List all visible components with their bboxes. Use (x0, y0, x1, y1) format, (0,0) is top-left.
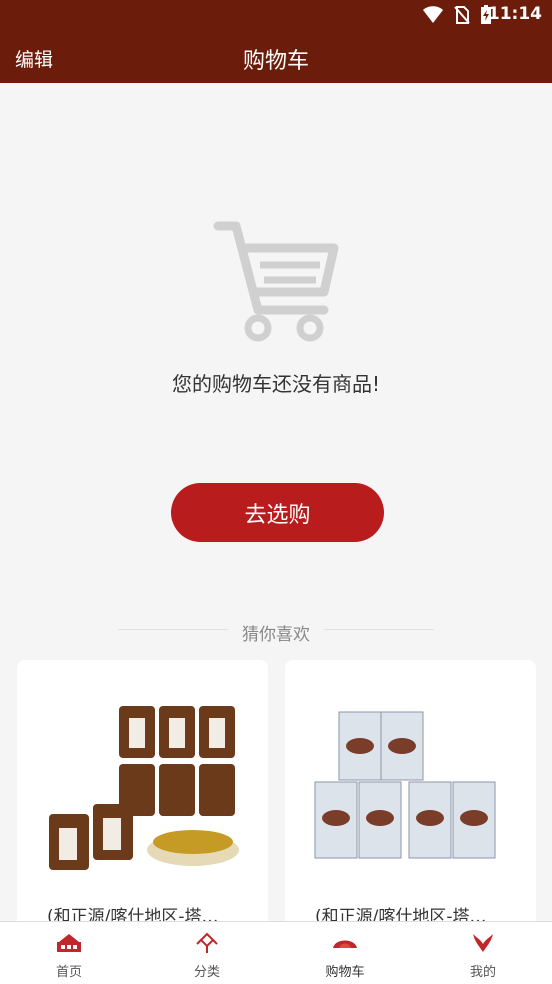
app-header: 11:14 编辑 购物车 (0, 0, 552, 83)
go-shopping-button[interactable]: 去选购 (171, 483, 384, 542)
tab-home[interactable]: 首页 (0, 922, 138, 984)
phoenix-icon (473, 934, 493, 952)
product-image (301, 684, 521, 884)
page-title: 购物车 (242, 49, 309, 74)
recommend-heading: 猜你喜欢 (242, 625, 310, 645)
sim-off-icon (454, 6, 470, 24)
product-card[interactable]: (和正源/喀什地区-塔… (285, 660, 536, 930)
empty-cart-message: 您的购物车还没有商品! (171, 372, 381, 396)
tab-profile-label: 我的 (469, 965, 496, 980)
tab-cart-label: 购物车 (325, 965, 365, 980)
tab-cart[interactable]: 购物车 (276, 922, 414, 984)
wifi-icon (423, 6, 443, 23)
home-icon (57, 934, 81, 952)
tab-category[interactable]: 分类 (138, 922, 276, 984)
empty-cart-icon (213, 221, 339, 342)
bottom-tab-bar: 首页 分类 购物车 我的 (0, 921, 552, 984)
product-card[interactable]: (和正源/喀什地区-塔… (17, 660, 268, 930)
product-image (33, 684, 253, 884)
tab-category-label: 分类 (193, 965, 220, 980)
status-icons (422, 5, 492, 25)
status-time: 11:14 (487, 4, 542, 24)
tab-home-label: 首页 (55, 965, 82, 980)
fan-icon (333, 940, 357, 948)
tab-profile[interactable]: 我的 (414, 922, 552, 984)
knot-icon (196, 932, 218, 953)
